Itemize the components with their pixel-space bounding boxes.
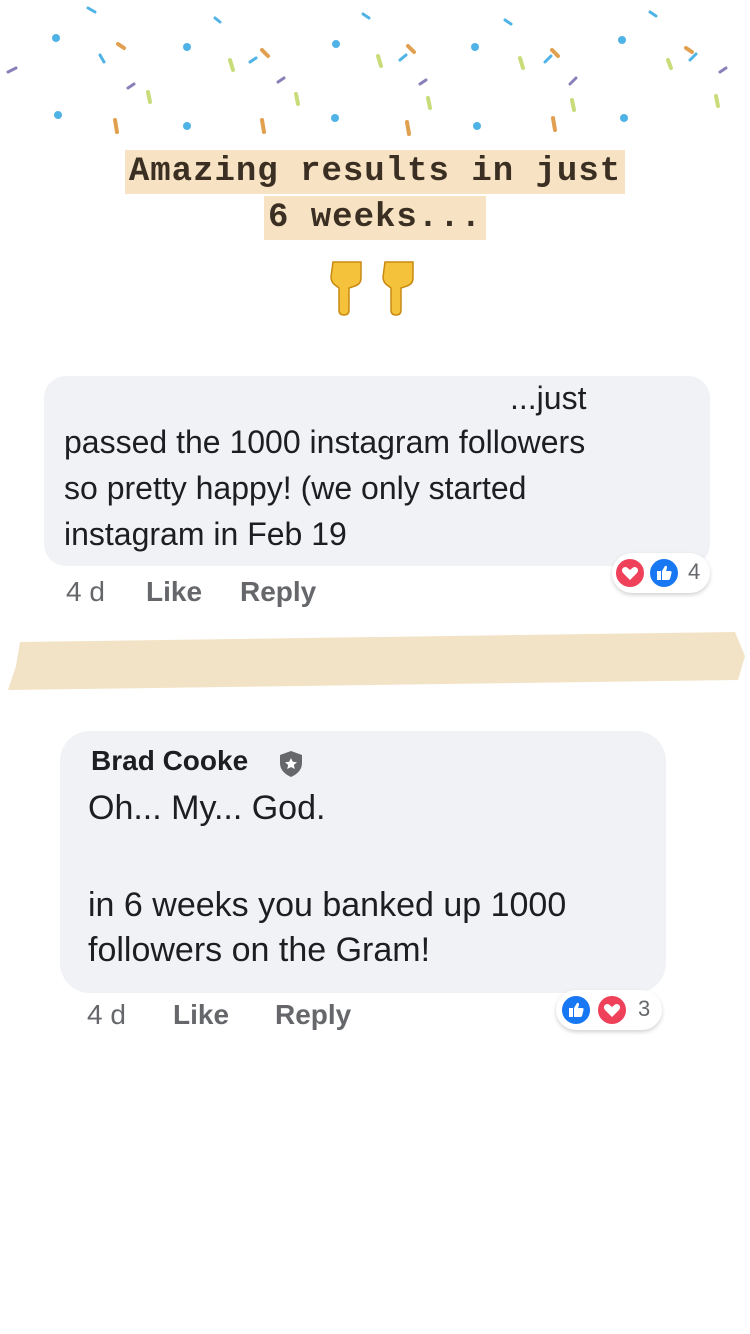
comment-1-line-3: so pretty happy! (we only started [64, 470, 527, 506]
comment-bubble-2: Brad Cooke Oh... My... God. in 6 weeks y… [60, 731, 666, 993]
admin-shield-icon [280, 751, 302, 777]
comment-1-line-4: instagram in Feb 19 [64, 516, 347, 552]
pointing-down-hands-icon [330, 261, 414, 316]
confetti-decoration [6, 6, 728, 136]
comment-1-reactions[interactable]: 4 [612, 553, 710, 593]
headline: Amazing results in just 6 weeks... [0, 150, 750, 240]
comment-2-line-2: in 6 weeks you banked up 1000 [88, 886, 567, 924]
headline-line-1: Amazing results in just [124, 150, 626, 194]
heart-icon [614, 557, 646, 589]
comment-2-line-1: Oh... My... God. [88, 789, 326, 827]
comment-1-line-2: passed the 1000 instagram followers [64, 424, 586, 460]
comment-2-like-button[interactable]: Like [173, 999, 229, 1031]
comment-1-reply-button[interactable]: Reply [240, 576, 316, 608]
thumbs-up-icon [648, 557, 680, 589]
comment-2-timestamp: 4 d [87, 999, 126, 1030]
comment-2-line-3: followers on the Gram! [88, 931, 431, 969]
thumbs-up-icon [560, 994, 592, 1026]
tape-divider [8, 632, 745, 690]
comment-1-like-button[interactable]: Like [146, 576, 202, 608]
comment-2-reaction-count: 3 [638, 996, 651, 1021]
heart-icon [596, 994, 628, 1026]
comment-2-reply-button[interactable]: Reply [275, 999, 351, 1031]
headline-line-2: 6 weeks... [263, 196, 487, 240]
comment-1-reaction-count: 4 [688, 559, 701, 584]
comment-bubble-1: ...just passed the 1000 instagram follow… [44, 376, 710, 566]
comment-2-reactions[interactable]: 3 [556, 990, 662, 1030]
comment-1-timestamp: 4 d [66, 576, 105, 607]
comment-1-line-1: ...just [510, 380, 587, 416]
comment-author-name[interactable]: Brad Cooke [91, 745, 248, 777]
